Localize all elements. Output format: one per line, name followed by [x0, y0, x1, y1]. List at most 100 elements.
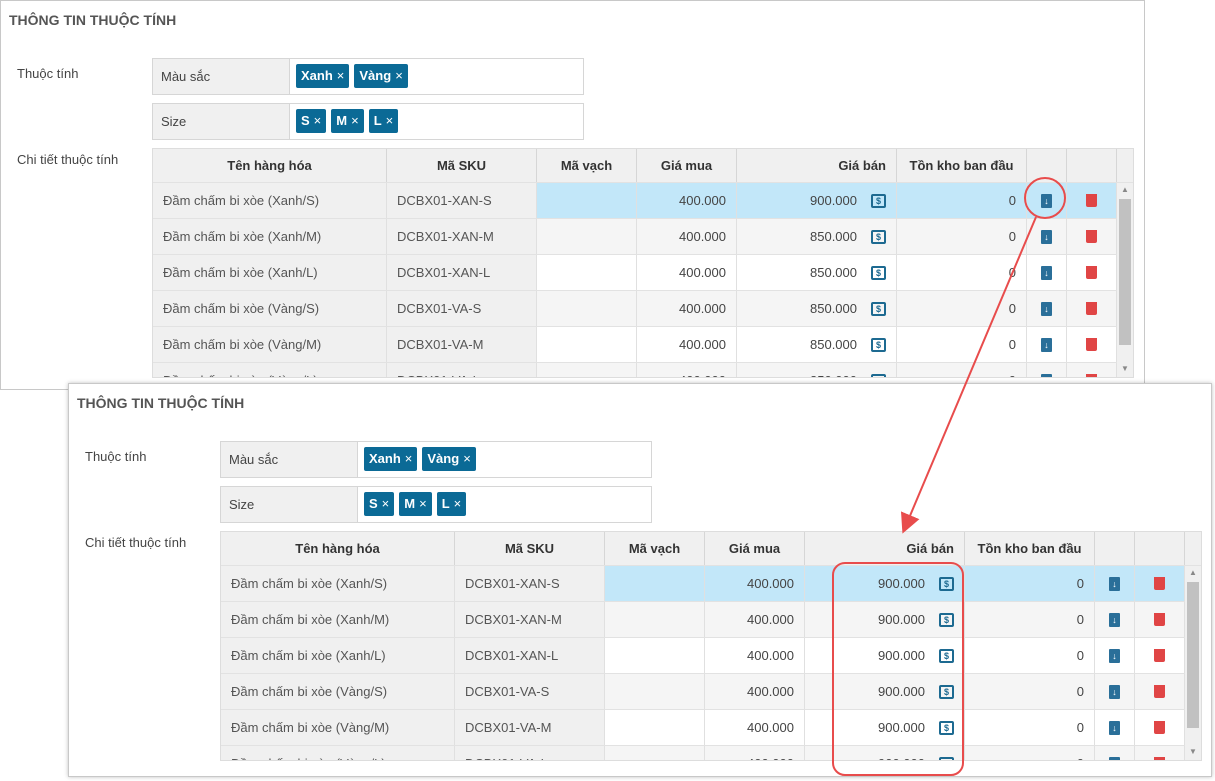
barcode-cell[interactable]	[537, 219, 637, 254]
calculator-dollar-icon[interactable]: $	[939, 756, 954, 760]
stock-cell[interactable]: 0	[965, 602, 1095, 637]
sku-cell[interactable]: DCBX01-XAN-S	[387, 183, 537, 218]
sell-price-cell[interactable]: 850.000 $	[737, 219, 897, 254]
barcode-cell[interactable]	[605, 710, 705, 745]
apply-all-button[interactable]: ↓	[1095, 638, 1135, 673]
barcode-cell[interactable]	[605, 602, 705, 637]
buy-price-cell[interactable]: 400.000	[705, 602, 805, 637]
sell-price-cell[interactable]: 900.000 $	[737, 183, 897, 218]
apply-all-button[interactable]: ↓	[1027, 183, 1067, 218]
scroll-up-icon[interactable]: ▲	[1185, 568, 1201, 577]
calculator-dollar-icon[interactable]: $	[939, 720, 954, 735]
calculator-dollar-icon[interactable]: $	[871, 265, 886, 280]
sku-cell[interactable]: DCBX01-VA-L	[455, 746, 605, 760]
table-row[interactable]: Đầm chấm bi xòe (Xanh/M) DCBX01-XAN-M 40…	[221, 602, 1201, 638]
sku-cell[interactable]: DCBX01-XAN-M	[387, 219, 537, 254]
apply-all-button[interactable]: ↓	[1095, 674, 1135, 709]
remove-tag-icon[interactable]: ×	[395, 68, 403, 83]
attribute-values-input[interactable]: Xanh × Vàng ×	[290, 59, 414, 94]
delete-row-button[interactable]	[1067, 327, 1117, 362]
barcode-cell[interactable]	[537, 327, 637, 362]
sku-cell[interactable]: DCBX01-VA-M	[387, 327, 537, 362]
scroll-down-icon[interactable]: ▼	[1117, 364, 1133, 373]
sell-price-cell[interactable]: 900.000 $	[805, 638, 965, 673]
attribute-values-input[interactable]: S × M × L ×	[358, 487, 472, 522]
sell-price-cell[interactable]: 850.000 $	[737, 255, 897, 290]
attribute-values-input[interactable]: Xanh × Vàng ×	[358, 442, 482, 477]
table-row[interactable]: Đầm chấm bi xòe (Xanh/S) DCBX01-XAN-S 40…	[153, 183, 1133, 219]
sell-price-cell[interactable]: 850.000 $	[737, 363, 897, 377]
delete-row-button[interactable]	[1135, 746, 1185, 760]
delete-row-button[interactable]	[1067, 291, 1117, 326]
stock-cell[interactable]: 0	[897, 183, 1027, 218]
remove-tag-icon[interactable]: ×	[386, 113, 394, 128]
table-row[interactable]: Đầm chấm bi xòe (Xanh/M) DCBX01-XAN-M 40…	[153, 219, 1133, 255]
stock-cell[interactable]: 0	[965, 638, 1095, 673]
buy-price-cell[interactable]: 400.000	[637, 219, 737, 254]
sell-price-cell[interactable]: 900.000 $	[805, 566, 965, 601]
calculator-dollar-icon[interactable]: $	[939, 684, 954, 699]
calculator-dollar-icon[interactable]: $	[871, 229, 886, 244]
table-row[interactable]: Đầm chấm bi xòe (Vàng/M) DCBX01-VA-M 400…	[153, 327, 1133, 363]
stock-cell[interactable]: 0	[965, 710, 1095, 745]
scrollbar-thumb[interactable]	[1119, 199, 1131, 345]
remove-tag-icon[interactable]: ×	[337, 68, 345, 83]
barcode-cell[interactable]	[605, 746, 705, 760]
apply-all-button[interactable]: ↓	[1027, 291, 1067, 326]
remove-tag-icon[interactable]: ×	[454, 496, 462, 511]
barcode-cell[interactable]	[537, 255, 637, 290]
table-row[interactable]: Đầm chấm bi xòe (Vàng/L) DCBX01-VA-L 400…	[153, 363, 1133, 377]
sku-cell[interactable]: DCBX01-XAN-L	[387, 255, 537, 290]
sell-price-cell[interactable]: 850.000 $	[737, 291, 897, 326]
table-row[interactable]: Đầm chấm bi xòe (Vàng/M) DCBX01-VA-M 400…	[221, 710, 1201, 746]
attribute-values-input[interactable]: S × M × L ×	[290, 104, 404, 139]
delete-row-button[interactable]	[1067, 363, 1117, 377]
barcode-cell[interactable]	[605, 566, 705, 601]
stock-cell[interactable]: 0	[965, 674, 1095, 709]
apply-all-button[interactable]: ↓	[1095, 710, 1135, 745]
sku-cell[interactable]: DCBX01-VA-S	[455, 674, 605, 709]
buy-price-cell[interactable]: 400.000	[637, 255, 737, 290]
table-scrollbar[interactable]: ▲ ▼	[1185, 566, 1201, 760]
scrollbar-thumb[interactable]	[1187, 582, 1199, 728]
calculator-dollar-icon[interactable]: $	[871, 193, 886, 208]
calculator-dollar-icon[interactable]: $	[871, 337, 886, 352]
stock-cell[interactable]: 0	[897, 219, 1027, 254]
sell-price-cell[interactable]: 900.000 $	[805, 746, 965, 760]
buy-price-cell[interactable]: 400.000	[705, 638, 805, 673]
delete-row-button[interactable]	[1135, 638, 1185, 673]
barcode-cell[interactable]	[537, 183, 637, 218]
delete-row-button[interactable]	[1135, 602, 1185, 637]
sku-cell[interactable]: DCBX01-XAN-L	[455, 638, 605, 673]
apply-all-button[interactable]: ↓	[1095, 566, 1135, 601]
calculator-dollar-icon[interactable]: $	[871, 301, 886, 316]
delete-row-button[interactable]	[1067, 219, 1117, 254]
scroll-down-icon[interactable]: ▼	[1185, 747, 1201, 756]
barcode-cell[interactable]	[537, 291, 637, 326]
remove-tag-icon[interactable]: ×	[314, 113, 322, 128]
sku-cell[interactable]: DCBX01-XAN-S	[455, 566, 605, 601]
buy-price-cell[interactable]: 400.000	[637, 327, 737, 362]
buy-price-cell[interactable]: 400.000	[705, 674, 805, 709]
calculator-dollar-icon[interactable]: $	[939, 648, 954, 663]
apply-all-button[interactable]: ↓	[1095, 746, 1135, 760]
sku-cell[interactable]: DCBX01-VA-S	[387, 291, 537, 326]
buy-price-cell[interactable]: 400.000	[637, 291, 737, 326]
sell-price-cell[interactable]: 900.000 $	[805, 674, 965, 709]
buy-price-cell[interactable]: 400.000	[705, 566, 805, 601]
table-row[interactable]: Đầm chấm bi xòe (Vàng/S) DCBX01-VA-S 400…	[153, 291, 1133, 327]
apply-all-button[interactable]: ↓	[1027, 363, 1067, 377]
table-row[interactable]: Đầm chấm bi xòe (Vàng/L) DCBX01-VA-L 400…	[221, 746, 1201, 760]
sku-cell[interactable]: DCBX01-VA-L	[387, 363, 537, 377]
remove-tag-icon[interactable]: ×	[463, 451, 471, 466]
apply-all-button[interactable]: ↓	[1027, 219, 1067, 254]
stock-cell[interactable]: 0	[965, 566, 1095, 601]
apply-all-button[interactable]: ↓	[1027, 255, 1067, 290]
stock-cell[interactable]: 0	[897, 327, 1027, 362]
table-row[interactable]: Đầm chấm bi xòe (Xanh/S) DCBX01-XAN-S 40…	[221, 566, 1201, 602]
remove-tag-icon[interactable]: ×	[405, 451, 413, 466]
table-row[interactable]: Đầm chấm bi xòe (Vàng/S) DCBX01-VA-S 400…	[221, 674, 1201, 710]
delete-row-button[interactable]	[1067, 255, 1117, 290]
barcode-cell[interactable]	[605, 638, 705, 673]
delete-row-button[interactable]	[1135, 710, 1185, 745]
